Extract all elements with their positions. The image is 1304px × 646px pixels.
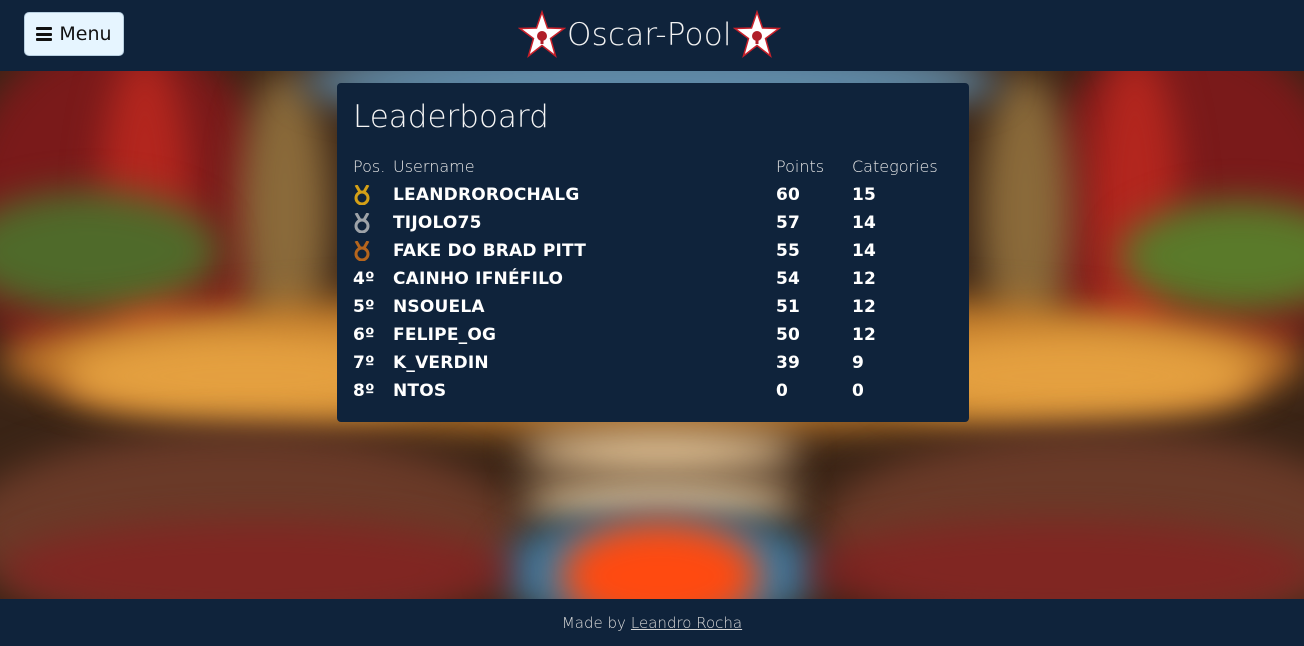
points: 50 [776, 325, 801, 345]
points: 55 [776, 241, 801, 261]
points: 0 [776, 381, 789, 401]
star-icon [518, 10, 566, 59]
categories: 12 [852, 269, 877, 289]
leaderboard-row: FAKE DO BRAD PITT 55 14 [353, 237, 953, 265]
top-navbar: Menu Oscar-Pool [0, 0, 1304, 71]
position: 6º [353, 325, 375, 345]
username: TIJOLO75 [393, 213, 482, 233]
points: 39 [776, 353, 801, 373]
position: 5º [353, 297, 375, 317]
column-header-username: Username [393, 157, 475, 176]
categories: 12 [852, 297, 877, 317]
leaderboard-header-row: Pos. Username Points Categories [353, 153, 953, 181]
footer: Made by Leandro Rocha [0, 599, 1304, 646]
brand-title: Oscar-Pool [567, 17, 732, 53]
leaderboard-title: Leaderboard [353, 99, 549, 135]
categories: 12 [852, 325, 877, 345]
leaderboard-row: 6º FELIPE_OG 50 12 [353, 321, 953, 349]
column-header-categories: Categories [852, 157, 938, 176]
position: 7º [353, 353, 375, 373]
username: FELIPE_OG [393, 325, 497, 345]
brand-logo[interactable]: Oscar-Pool [518, 9, 781, 61]
username: CAINHO IFNÉFILO [393, 269, 564, 289]
points: 60 [776, 185, 801, 205]
author-link[interactable]: Leandro Rocha [631, 614, 742, 632]
leaderboard-row: 4º CAINHO IFNÉFILO 54 12 [353, 265, 953, 293]
column-header-points: Points [776, 157, 825, 176]
menu-button[interactable]: Menu [24, 12, 124, 56]
position: 8º [353, 381, 375, 401]
silver-medal-icon [353, 209, 371, 233]
categories: 15 [852, 185, 877, 205]
username: K_VERDIN [393, 353, 489, 373]
leaderboard-row: 7º K_VERDIN 39 9 [353, 349, 953, 377]
categories: 0 [852, 381, 865, 401]
leaderboard-row: LEANDROROCHALG 60 15 [353, 181, 953, 209]
column-header-pos: Pos. [353, 157, 386, 176]
leaderboard-row: 8º NTOS 0 0 [353, 377, 953, 405]
leaderboard-row: 5º NSOUELA 51 12 [353, 293, 953, 321]
star-icon [732, 10, 781, 59]
leaderboard-row: TIJOLO75 57 14 [353, 209, 953, 237]
gold-medal-icon [353, 181, 371, 205]
username: NSOUELA [393, 297, 485, 317]
menu-button-label: Menu [59, 23, 112, 45]
position: 4º [353, 269, 375, 289]
categories: 9 [852, 353, 865, 373]
categories: 14 [852, 213, 877, 233]
categories: 14 [852, 241, 877, 261]
footer-made-by: Made by [561, 613, 626, 632]
username: NTOS [393, 381, 447, 401]
username: FAKE DO BRAD PITT [393, 241, 587, 261]
points: 51 [776, 297, 801, 317]
bronze-medal-icon [353, 237, 371, 261]
username: LEANDROROCHALG [393, 185, 580, 205]
leaderboard-card: Leaderboard Pos. Username Points Categor… [337, 83, 969, 422]
points: 54 [776, 269, 801, 289]
points: 57 [776, 213, 801, 233]
hamburger-icon [36, 27, 53, 41]
